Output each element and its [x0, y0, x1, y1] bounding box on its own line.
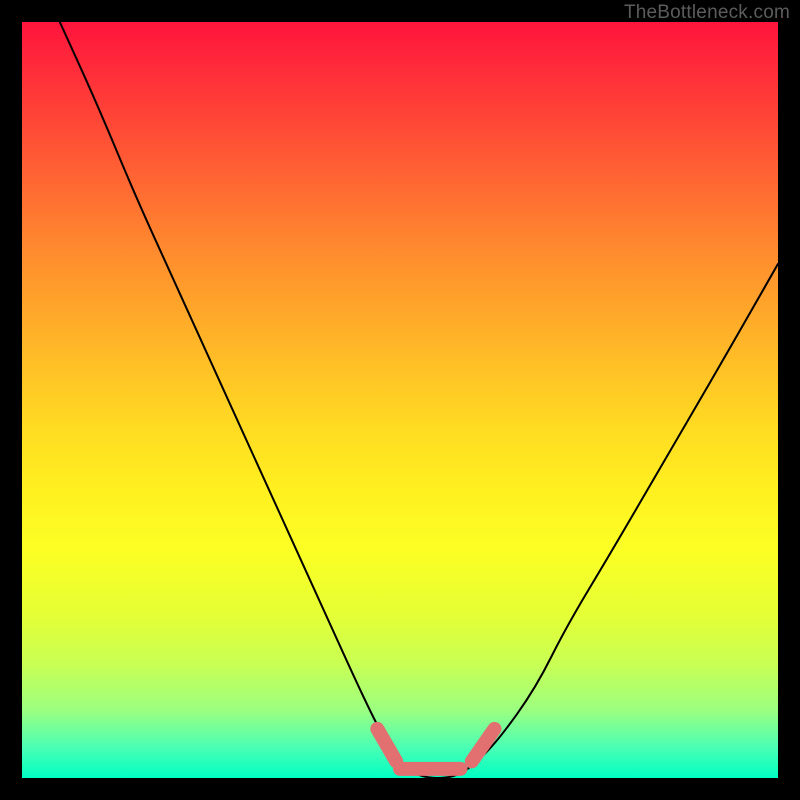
chart-frame: TheBottleneck.com	[0, 0, 800, 800]
tolerance-segment	[472, 729, 495, 762]
plot-area	[22, 22, 778, 778]
watermark-text: TheBottleneck.com	[624, 2, 790, 24]
tolerance-segment	[377, 729, 396, 762]
chart-svg	[22, 22, 778, 778]
tolerance-band	[377, 729, 494, 769]
bottleneck-curve	[60, 22, 778, 778]
